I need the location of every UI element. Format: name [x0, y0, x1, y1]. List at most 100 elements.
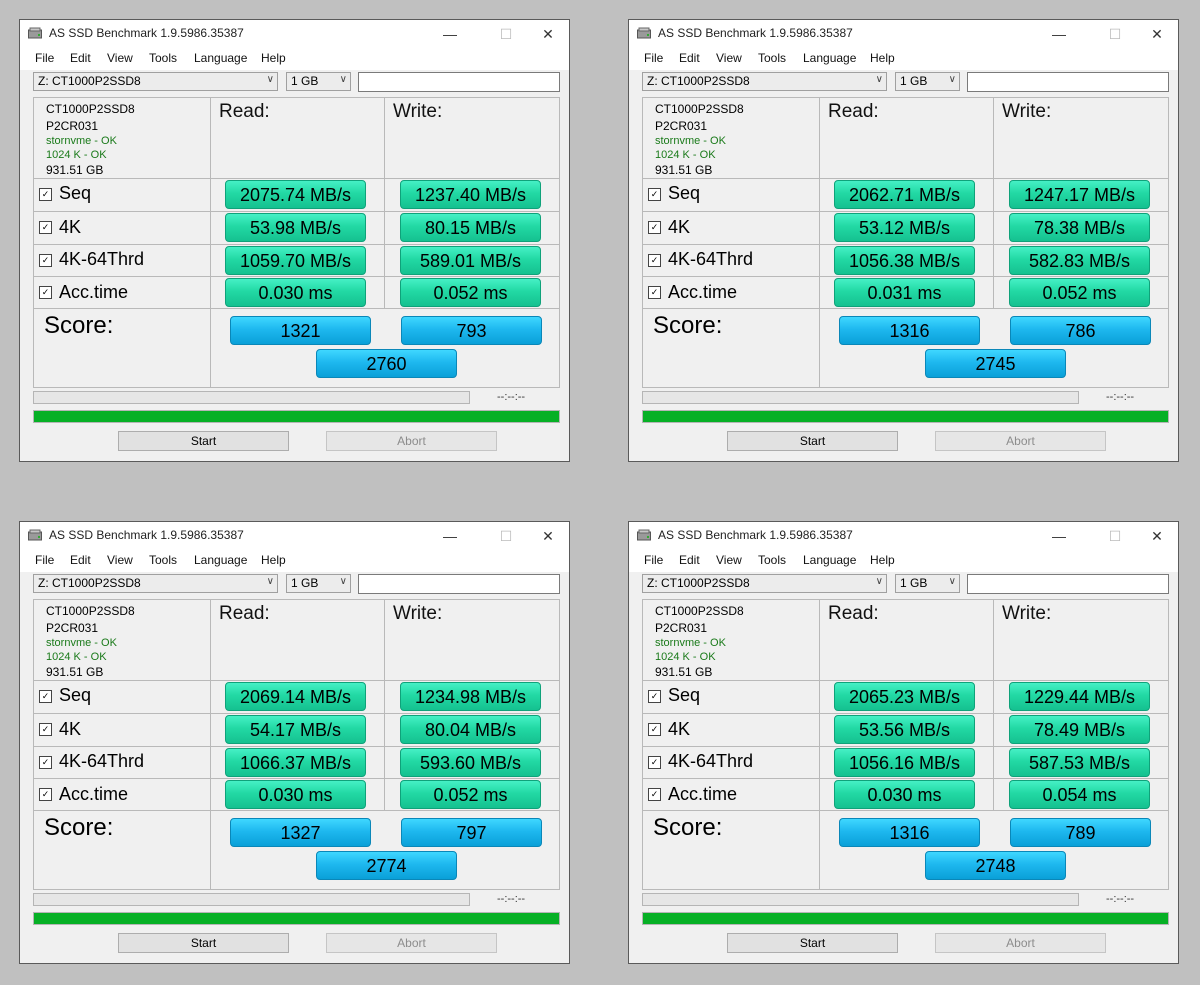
status-text-box[interactable]: [358, 72, 560, 92]
seq-read-value: 2065.23 MB/s: [834, 682, 975, 711]
4k-64thrd-checkbox[interactable]: ✓: [39, 756, 52, 769]
4k-read-value: 54.17 MB/s: [225, 715, 366, 744]
close-icon[interactable]: ✕: [1134, 522, 1180, 550]
close-icon[interactable]: ✕: [525, 20, 571, 48]
benchmark-window-4: AS SSD Benchmark 1.9.5986.35387 — ☐ ✕ Fi…: [628, 521, 1179, 964]
drive-model: CT1000P2SSD8: [46, 102, 135, 116]
close-icon[interactable]: ✕: [525, 522, 571, 550]
seq-checkbox[interactable]: ✓: [39, 690, 52, 703]
maximize-icon[interactable]: ☐: [1092, 522, 1138, 550]
minimize-icon[interactable]: —: [427, 20, 473, 48]
test-size-select[interactable]: 1 GB ∨: [286, 72, 351, 91]
menu-tools[interactable]: Tools: [149, 553, 177, 567]
menu-view[interactable]: View: [716, 553, 742, 567]
row-label: Acc.time: [668, 282, 738, 302]
test-size-value: 1 GB: [900, 74, 928, 88]
test-size-select[interactable]: 1 GB ∨: [895, 72, 960, 91]
drive-model: CT1000P2SSD8: [655, 604, 744, 618]
menu-edit[interactable]: Edit: [679, 51, 700, 65]
title-bar[interactable]: AS SSD Benchmark 1.9.5986.35387 — ☐ ✕: [20, 522, 569, 550]
4k-64thrd-checkbox[interactable]: ✓: [648, 756, 661, 769]
acc-time-checkbox[interactable]: ✓: [648, 286, 661, 299]
score-total: 2748: [925, 851, 1066, 880]
read-header: Read:: [828, 101, 879, 122]
menu-file[interactable]: File: [644, 553, 663, 567]
maximize-icon[interactable]: ☐: [1092, 20, 1138, 48]
acc-time-checkbox[interactable]: ✓: [39, 788, 52, 801]
row-label: 4K: [59, 719, 82, 739]
chevron-down-icon: ∨: [266, 576, 274, 587]
menu-edit[interactable]: Edit: [70, 553, 91, 567]
abort-button[interactable]: Abort: [935, 431, 1106, 451]
menu-view[interactable]: View: [107, 51, 133, 65]
4k-checkbox[interactable]: ✓: [39, 221, 52, 234]
menu-language[interactable]: Language: [803, 553, 856, 567]
4k-checkbox[interactable]: ✓: [648, 221, 661, 234]
menu-help[interactable]: Help: [261, 51, 286, 65]
title-bar[interactable]: AS SSD Benchmark 1.9.5986.35387 — ☐ ✕: [629, 20, 1178, 48]
title-bar[interactable]: AS SSD Benchmark 1.9.5986.35387 — ☐ ✕: [20, 20, 569, 48]
4k-64thrd-checkbox[interactable]: ✓: [648, 254, 661, 267]
acc-time-checkbox[interactable]: ✓: [39, 286, 52, 299]
menu-file[interactable]: File: [35, 51, 54, 65]
chevron-down-icon: ∨: [339, 576, 347, 587]
4k-write-value: 80.15 MB/s: [400, 213, 541, 242]
menu-language[interactable]: Language: [803, 51, 856, 65]
menu-help[interactable]: Help: [870, 51, 895, 65]
start-button[interactable]: Start: [727, 431, 898, 451]
seq-checkbox[interactable]: ✓: [648, 188, 661, 201]
status-text-box[interactable]: [967, 72, 1169, 92]
minimize-icon[interactable]: —: [427, 522, 473, 550]
menu-edit[interactable]: Edit: [679, 553, 700, 567]
drive-capacity: 931.51 GB: [655, 163, 713, 177]
start-button[interactable]: Start: [727, 933, 898, 953]
menu-edit[interactable]: Edit: [70, 51, 91, 65]
status-text-box[interactable]: [358, 574, 560, 594]
progress-bar-fill: [643, 411, 1168, 422]
menu-help[interactable]: Help: [870, 553, 895, 567]
minimize-icon[interactable]: —: [1036, 20, 1082, 48]
read-header: Read:: [828, 603, 879, 624]
seq-checkbox[interactable]: ✓: [648, 690, 661, 703]
alignment-status: 1024 K - OK: [655, 149, 716, 161]
start-button[interactable]: Start: [118, 431, 289, 451]
acc-time-write-value: 0.054 ms: [1009, 780, 1150, 809]
acc-time-checkbox[interactable]: ✓: [648, 788, 661, 801]
title-bar[interactable]: AS SSD Benchmark 1.9.5986.35387 — ☐ ✕: [629, 522, 1178, 550]
drive-select[interactable]: Z: CT1000P2SSD8 ∨: [33, 574, 278, 593]
menu-file[interactable]: File: [35, 553, 54, 567]
drive-select[interactable]: Z: CT1000P2SSD8 ∨: [642, 72, 887, 91]
close-icon[interactable]: ✕: [1134, 20, 1180, 48]
test-size-select[interactable]: 1 GB ∨: [895, 574, 960, 593]
4k-checkbox[interactable]: ✓: [39, 723, 52, 736]
maximize-icon[interactable]: ☐: [483, 522, 529, 550]
menu-tools[interactable]: Tools: [149, 51, 177, 65]
drive-select[interactable]: Z: CT1000P2SSD8 ∨: [642, 574, 887, 593]
menu-view[interactable]: View: [107, 553, 133, 567]
test-size-select[interactable]: 1 GB ∨: [286, 574, 351, 593]
4k-64thrd-checkbox[interactable]: ✓: [39, 254, 52, 267]
row-label: 4K: [668, 217, 691, 237]
menu-language[interactable]: Language: [194, 51, 247, 65]
results-grid: CT1000P2SSD8 P2CR031 stornvme - OK 1024 …: [33, 97, 560, 388]
seq-checkbox[interactable]: ✓: [39, 188, 52, 201]
4k-checkbox[interactable]: ✓: [648, 723, 661, 736]
menu-language[interactable]: Language: [194, 553, 247, 567]
maximize-icon[interactable]: ☐: [483, 20, 529, 48]
abort-button[interactable]: Abort: [326, 933, 497, 953]
score-total: 2745: [925, 349, 1066, 378]
status-text-box[interactable]: [967, 574, 1169, 594]
minimize-icon[interactable]: —: [1036, 522, 1082, 550]
start-button[interactable]: Start: [118, 933, 289, 953]
menu-help[interactable]: Help: [261, 553, 286, 567]
row-label: Seq: [59, 685, 92, 705]
read-header: Read:: [219, 603, 270, 624]
menu-view[interactable]: View: [716, 51, 742, 65]
abort-button[interactable]: Abort: [326, 431, 497, 451]
menu-file[interactable]: File: [644, 51, 663, 65]
menu-tools[interactable]: Tools: [758, 51, 786, 65]
abort-button[interactable]: Abort: [935, 933, 1106, 953]
menu-tools[interactable]: Tools: [758, 553, 786, 567]
test-progress-box: [642, 893, 1079, 906]
drive-select[interactable]: Z: CT1000P2SSD8 ∨: [33, 72, 278, 91]
